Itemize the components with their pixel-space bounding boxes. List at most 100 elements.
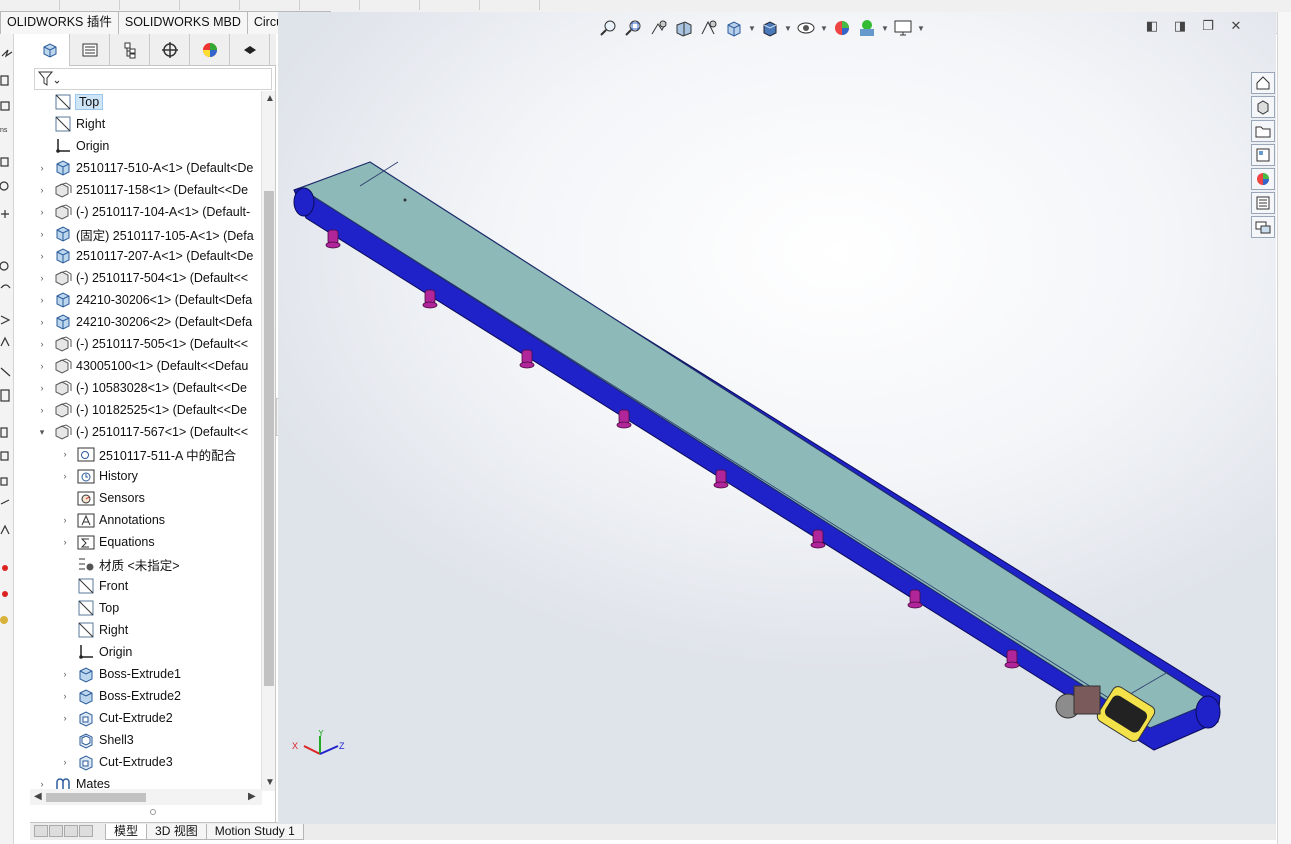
tree-item-label: 材质 <未指定> — [99, 558, 180, 573]
tree-item[interactable]: › (-) 10182525<1> (Default<<De — [41, 399, 247, 421]
tree-item[interactable]: Top — [77, 597, 119, 619]
scroll-right-icon[interactable]: ▶ — [248, 791, 256, 802]
expand-arrow-icon[interactable]: › — [38, 273, 46, 283]
tree-item-label: Right — [99, 623, 129, 637]
expand-arrow-icon[interactable]: › — [61, 515, 69, 525]
origin-icon — [56, 139, 70, 153]
panel-splitter-handle[interactable] — [150, 809, 156, 815]
expand-arrow-icon[interactable]: › — [61, 449, 69, 459]
tree-item[interactable]: Sensors — [77, 487, 145, 509]
expand-arrow-icon[interactable]: › — [61, 537, 69, 547]
tree-item[interactable]: › (-) 2510117-104-A<1> (Default- — [41, 201, 250, 223]
graphics-area[interactable]: ▼ ▼ ▼ ▼ ▼ ◧ ◨ ❐ ✕ X Y Z — [278, 12, 1276, 824]
tree-item[interactable]: › 43005100<1> (Default<<Defau — [41, 355, 248, 377]
feature-manager-tab[interactable] — [30, 34, 70, 66]
expand-arrow-icon[interactable]: › — [61, 669, 69, 679]
expand-arrow-icon[interactable]: › — [38, 185, 46, 195]
configuration-manager-tab[interactable] — [110, 34, 150, 66]
tree-item[interactable]: › History — [64, 465, 138, 487]
expand-arrow-icon[interactable]: › — [38, 295, 46, 305]
view-palette-tab[interactable] — [1251, 144, 1275, 166]
expand-arrow-icon[interactable]: › — [38, 339, 46, 349]
triad-x-label: X — [292, 741, 298, 751]
svg-text:ns: ns — [0, 127, 8, 134]
mates-folder-icon — [77, 447, 95, 462]
expand-arrow-icon[interactable]: › — [61, 691, 69, 701]
tree-item[interactable]: › (-) 2510117-504<1> (Default<< — [41, 267, 248, 289]
tree-item[interactable]: › (-) 2510117-505<1> (Default<< — [41, 333, 248, 355]
tree-item[interactable]: › Cut-Extrude2 — [64, 707, 173, 729]
tree-item[interactable]: Shell3 — [77, 729, 134, 751]
property-manager-tab[interactable] — [70, 34, 110, 66]
triad-y-label: Y — [318, 730, 324, 738]
appearances-tab[interactable] — [1251, 168, 1275, 190]
tree-item-label: 24210-30206<2> (Default<Defa — [76, 315, 253, 329]
tree-item-label: Cut-Extrude2 — [99, 711, 173, 725]
expand-arrow-icon[interactable]: › — [38, 779, 46, 789]
scroll-down-icon[interactable]: ▼ — [265, 777, 275, 788]
tree-item[interactable]: › Equations — [64, 531, 155, 553]
cam-tab[interactable] — [230, 34, 270, 66]
ribbon-tab[interactable]: SOLIDWORKS MBD — [117, 11, 248, 34]
tree-item[interactable]: › 2510117-207-A<1> (Default<De — [41, 245, 253, 267]
forum-tab[interactable] — [1251, 216, 1275, 238]
tree-item[interactable]: Front — [77, 575, 128, 597]
tree-item[interactable]: › 2510117-158<1> (Default<<De — [41, 179, 248, 201]
vertical-scroll-thumb[interactable] — [264, 191, 274, 686]
tree-item[interactable]: Top — [54, 91, 104, 113]
bottom-tab[interactable]: Motion Study 1 — [205, 823, 304, 840]
bottom-tab[interactable]: 3D 视图 — [146, 823, 207, 840]
tree-item[interactable]: Right — [77, 619, 128, 641]
display-manager-icon — [202, 43, 217, 57]
tree-item[interactable]: Right — [54, 113, 105, 135]
tree-item[interactable]: › Cut-Extrude3 — [64, 751, 173, 773]
conveyor-model[interactable] — [278, 12, 1276, 824]
tree-item[interactable]: › Annotations — [64, 509, 165, 531]
tree-item[interactable]: 材质 <未指定> — [77, 553, 180, 575]
file-explorer-tab[interactable] — [1251, 120, 1275, 142]
home-tab[interactable] — [1251, 72, 1275, 94]
tab-navigation[interactable] — [34, 824, 98, 839]
horizontal-scroll-thumb[interactable] — [46, 793, 146, 802]
custom-properties-tab[interactable] — [1251, 192, 1275, 214]
expand-arrow-icon[interactable]: › — [61, 757, 69, 767]
tree-item-label: Sensors — [99, 491, 145, 505]
bottom-tab[interactable]: 模型 — [105, 823, 148, 840]
bottom-tab-bar: 模型 3D 视图 Motion Study 1 — [30, 822, 1276, 840]
expand-arrow-icon[interactable]: › — [61, 713, 69, 723]
expand-arrow-icon[interactable]: › — [38, 361, 46, 371]
scroll-left-icon[interactable]: ◀ — [34, 791, 42, 802]
dimxpert-tab[interactable] — [150, 34, 190, 66]
tree-item[interactable]: › 24210-30206<1> (Default<Defa — [41, 289, 252, 311]
cut-extrude-icon — [79, 711, 93, 727]
tree-item[interactable]: Origin — [77, 641, 132, 663]
tree-item[interactable]: › (固定) 2510117-105-A<1> (Defa — [41, 223, 254, 245]
plane-icon — [55, 94, 71, 110]
tree-item[interactable]: › (-) 10583028<1> (Default<<De — [41, 377, 247, 399]
tree-item[interactable]: › 2510117-511-A 中的配合 — [64, 443, 236, 465]
subassembly-icon — [55, 182, 72, 198]
expand-arrow-icon[interactable]: › — [38, 163, 46, 173]
tree-horizontal-scrollbar[interactable]: ◀ ▶ — [30, 789, 262, 805]
tree-item[interactable]: ▾ (-) 2510117-567<1> (Default<< — [40, 421, 248, 443]
home-icon — [1256, 76, 1270, 90]
tree-item[interactable]: › Boss-Extrude1 — [64, 663, 181, 685]
expand-arrow-icon[interactable]: › — [38, 251, 46, 261]
expand-arrow-icon[interactable]: › — [38, 383, 46, 393]
expand-arrow-icon[interactable]: › — [38, 207, 46, 217]
tree-vertical-scrollbar[interactable]: ▲ ▼ — [261, 91, 275, 791]
ribbon-tab[interactable]: OLIDWORKS 插件 — [0, 11, 119, 34]
display-manager-tab[interactable] — [190, 34, 230, 66]
tree-item[interactable]: › Boss-Extrude2 — [64, 685, 181, 707]
tree-item[interactable]: Origin — [54, 135, 109, 157]
scroll-up-icon[interactable]: ▲ — [265, 93, 275, 104]
tree-filter[interactable] — [34, 68, 272, 90]
expand-arrow-icon[interactable]: › — [38, 317, 46, 327]
collapse-arrow-icon[interactable]: ▾ — [38, 427, 46, 437]
tree-item[interactable]: › 2510117-510-A<1> (Default<De — [41, 157, 253, 179]
tree-item[interactable]: › 24210-30206<2> (Default<Defa — [41, 311, 253, 333]
expand-arrow-icon[interactable]: › — [38, 229, 46, 239]
design-library-tab[interactable] — [1251, 96, 1275, 118]
expand-arrow-icon[interactable]: › — [61, 471, 69, 481]
expand-arrow-icon[interactable]: › — [38, 405, 46, 415]
